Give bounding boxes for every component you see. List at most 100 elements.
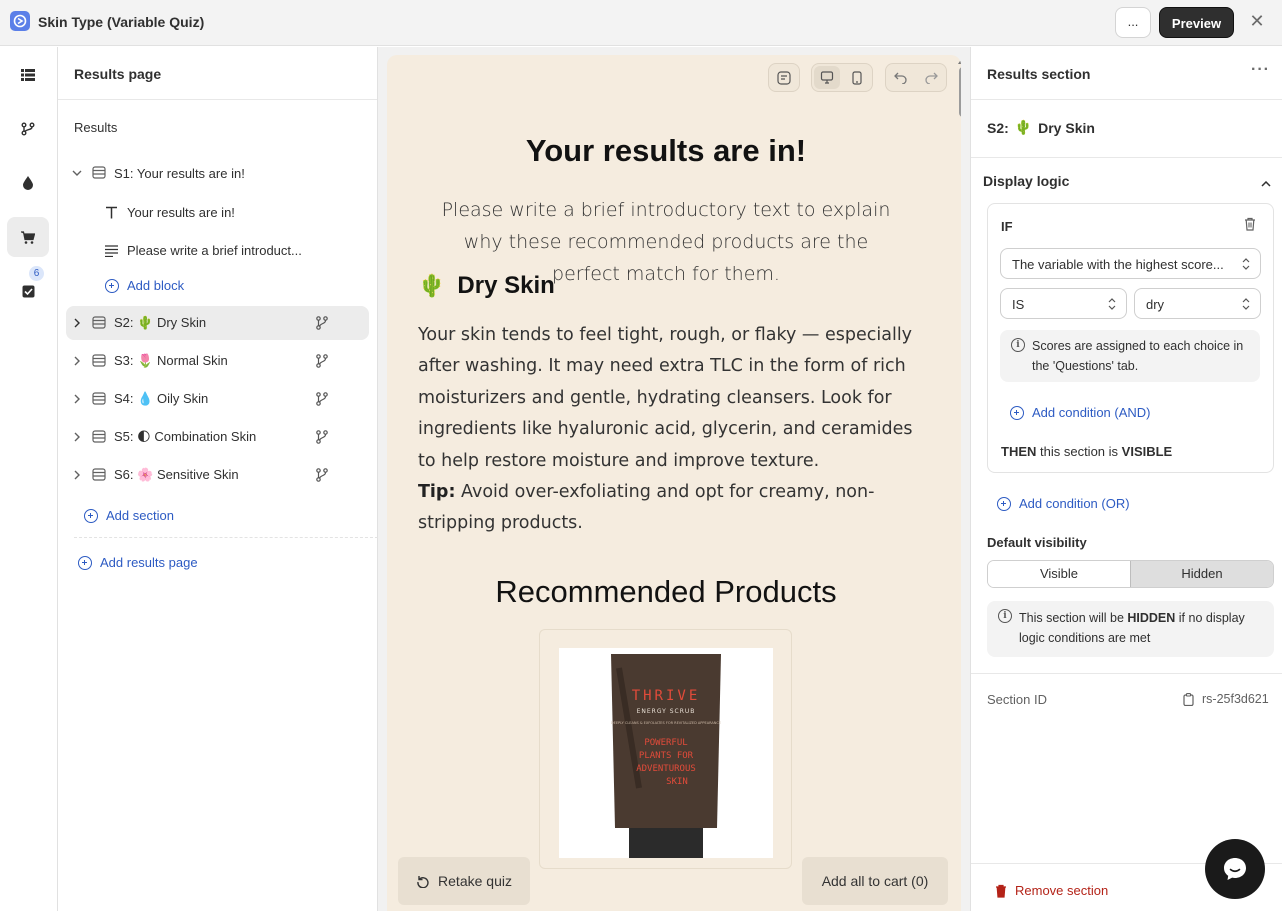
product-image[interactable]: THRIVE ENERGY SCRUB DEEPLY CLEANS & EXFO… (559, 648, 773, 858)
rail-style-button[interactable] (7, 163, 49, 203)
branch-icon[interactable] (316, 316, 330, 330)
more-options-button[interactable]: ... (1115, 7, 1151, 38)
text-icon (106, 206, 117, 219)
product-slogan-line: ADVENTUROUS (636, 764, 696, 774)
add-all-to-cart-button[interactable]: Add all to cart (0) (802, 857, 948, 905)
remove-section-button[interactable]: Remove section (995, 883, 1108, 898)
redo-icon[interactable] (918, 66, 944, 89)
chat-launcher-button[interactable] (1205, 839, 1265, 899)
tree-section-s1[interactable]: S1: Your results are in! (66, 156, 369, 190)
undo-icon[interactable] (888, 66, 914, 89)
condition-card: IF The variable with the highest score..… (987, 203, 1274, 473)
display-logic-title[interactable]: Display logic (983, 173, 1069, 189)
scores-info: i Scores are assigned to each choice in … (1000, 330, 1260, 382)
results-title: Your results are in! (525, 133, 807, 168)
preview-scrollbar[interactable] (959, 67, 961, 117)
scroll-up-arrow[interactable] (958, 58, 961, 64)
preview-button[interactable]: Preview (1159, 7, 1234, 38)
branch-icon[interactable] (316, 392, 330, 406)
toolbar-inspect-group (768, 63, 800, 92)
section-icon (92, 430, 108, 444)
branch-icon[interactable] (316, 430, 330, 444)
divider (971, 157, 1282, 158)
tip-label: Tip: (418, 482, 456, 503)
add-section-button[interactable]: Add section (84, 508, 174, 523)
chevron-right-icon[interactable] (70, 316, 84, 330)
condition-variable-value: The variable with the highest score... (1012, 257, 1224, 272)
condition-variable-select[interactable]: The variable with the highest score... (1000, 248, 1261, 279)
chevron-right-icon[interactable] (70, 468, 84, 482)
chevron-down-icon[interactable] (70, 166, 84, 180)
retake-quiz-label: Retake quiz (438, 873, 512, 889)
preview-canvas[interactable]: Your results are in! Please write a brie… (387, 55, 961, 911)
branch-icon[interactable] (316, 468, 330, 482)
value-select[interactable]: dry (1134, 288, 1261, 319)
default-visibility-title: Default visibility (987, 535, 1087, 550)
operator-select[interactable]: IS (1000, 288, 1127, 319)
tree-section-combination-skin[interactable]: S5: 🌓 Combination Skin (66, 420, 369, 454)
grid-list-icon (21, 69, 35, 81)
tree-section-dry-skin[interactable]: S2: 🌵 Dry Skin (66, 306, 369, 340)
chevron-right-icon[interactable] (70, 354, 84, 368)
checklist-icon (22, 285, 34, 297)
block-paragraph[interactable]: Please write a brief introduct... (105, 243, 302, 258)
product-name: ENERGY SCRUB (637, 708, 696, 715)
more-horizontal-icon[interactable]: ··· (1251, 61, 1270, 79)
section-body: Your skin tends to feel tight, rough, or… (418, 320, 928, 540)
panel-title: Results page (58, 47, 377, 100)
checklist-badge: 6 (29, 266, 44, 281)
add-results-page-button[interactable]: Add results page (78, 555, 198, 570)
info-icon: i (1011, 338, 1025, 352)
section-icon (92, 354, 108, 368)
chevron-right-icon[interactable] (70, 430, 84, 444)
rail-logic-button[interactable] (7, 109, 49, 149)
block-heading[interactable]: Your results are in! (105, 205, 235, 220)
preview-area: Your results are in! Please write a brie… (378, 47, 970, 911)
add-condition-and-button[interactable]: Add condition (AND) (1010, 405, 1151, 420)
results-group-label: Results (74, 120, 118, 135)
panel-title: Results section (987, 66, 1091, 82)
app-logo-icon (10, 11, 30, 31)
info-icon: i (998, 609, 1012, 623)
chevron-right-icon[interactable] (70, 392, 84, 406)
close-icon[interactable]: ✕ (1247, 11, 1267, 31)
section-label: S1: Your results are in! (114, 165, 245, 181)
tip-text: Avoid over-exfoliating and opt for cream… (418, 482, 875, 534)
section-title: Dry Skin (457, 272, 555, 299)
chevron-up-icon[interactable] (1261, 175, 1271, 190)
add-condition-and-label: Add condition (AND) (1032, 405, 1151, 420)
restart-icon (417, 876, 429, 888)
section-id-label: Section ID (987, 692, 1047, 707)
retake-quiz-button[interactable]: Retake quiz (398, 857, 530, 905)
section-id-copy[interactable]: rs-25f3d621 (1183, 692, 1269, 706)
desktop-icon[interactable] (814, 66, 840, 89)
section-label: S3: 🌷 Normal Skin (114, 353, 228, 368)
product-slogan-line: SKIN (666, 777, 688, 787)
scores-info-text: Scores are assigned to each choice in th… (1032, 339, 1244, 373)
mobile-icon[interactable] (844, 66, 870, 89)
select-arrows-icon (1242, 258, 1250, 270)
branch-icon[interactable] (316, 354, 330, 368)
add-condition-or-button[interactable]: Add condition (OR) (997, 496, 1130, 511)
rail-results-button[interactable] (7, 217, 49, 257)
tree-section-oily-skin[interactable]: S4: 💧 Oily Skin (66, 382, 369, 416)
rail-pages-button[interactable] (7, 55, 49, 95)
visible-option[interactable]: Visible (988, 561, 1130, 587)
tree-section-sensitive-skin[interactable]: S6: 🌸 Sensitive Skin (66, 458, 369, 492)
cactus-icon: 🌵 (418, 273, 446, 298)
add-results-page-label: Add results page (100, 555, 198, 570)
inspect-icon[interactable] (771, 66, 797, 89)
section-label: S4: 💧 Oily Skin (114, 391, 209, 406)
top-bar: Skin Type (Variable Quiz) ... Preview ✕ (0, 0, 1282, 46)
section-settings-panel: Results section ··· S2: 🌵 Dry Skin Displa… (970, 47, 1282, 911)
tree-section-normal-skin[interactable]: S3: 🌷 Normal Skin (66, 344, 369, 378)
product-slogan-line: POWERFUL (644, 738, 687, 748)
rail-checklist-button[interactable]: 6 (7, 266, 49, 311)
add-block-button[interactable]: Add block (105, 278, 184, 293)
product-card[interactable]: THRIVE ENERGY SCRUB DEEPLY CLEANS & EXFO… (539, 629, 792, 869)
preview-footer: Retake quiz Add all to cart (0) (387, 849, 961, 911)
divider (74, 537, 378, 538)
recommended-products-title: Recommended Products (495, 574, 837, 609)
hidden-option[interactable]: Hidden (1130, 561, 1273, 587)
trash-icon[interactable] (1244, 217, 1256, 234)
